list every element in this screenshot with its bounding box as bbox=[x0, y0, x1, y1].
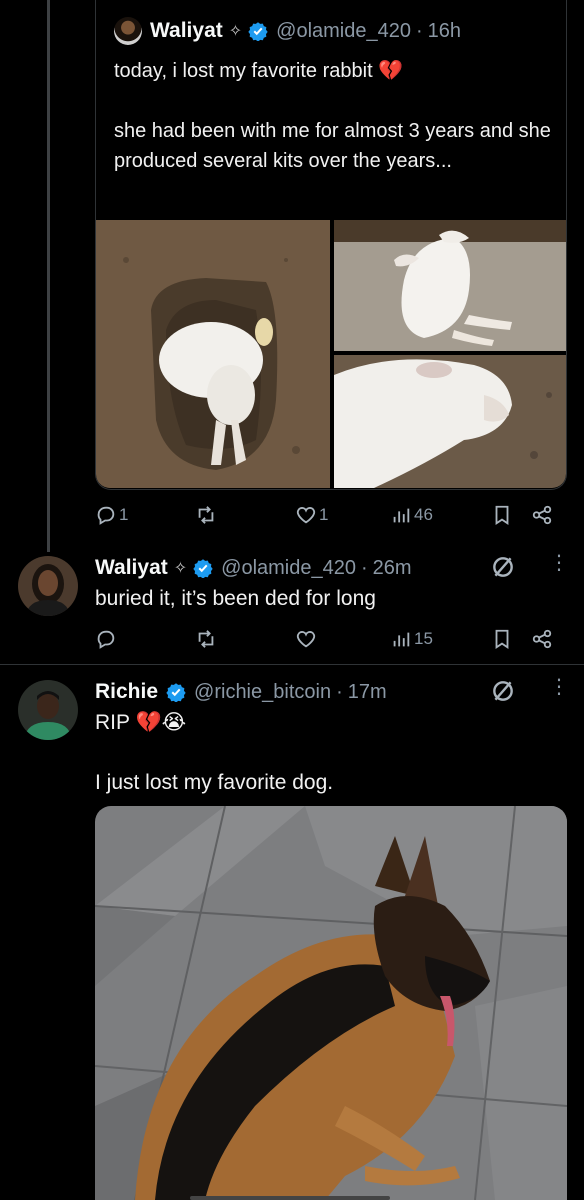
reply-text: buried it, it’s been ded for long bbox=[95, 587, 376, 610]
verified-badge-icon bbox=[166, 683, 186, 702]
reply-icon bbox=[97, 506, 115, 525]
reply-tweet[interactable]: Waliyat ✧ @olamide_420 · 26m ⋮ buried it… bbox=[0, 548, 584, 662]
reply-header: Waliyat ✧ @olamide_420 · 26m bbox=[95, 552, 412, 584]
views-button[interactable]: 46 bbox=[390, 502, 433, 528]
rabbit-head-photo[interactable] bbox=[334, 355, 566, 488]
grok-button[interactable] bbox=[490, 554, 516, 580]
heart-icon bbox=[296, 631, 316, 648]
verified-badge-icon bbox=[193, 559, 213, 578]
separator-dot: · bbox=[416, 19, 423, 42]
home-indicator bbox=[190, 1196, 390, 1200]
rabbit-grave-photo[interactable] bbox=[96, 220, 330, 488]
more-button[interactable]: ⋮ bbox=[549, 553, 569, 573]
avatar[interactable] bbox=[114, 17, 142, 45]
thread-line bbox=[47, 0, 50, 552]
author-name[interactable]: Waliyat bbox=[95, 556, 168, 580]
views-count: 15 bbox=[414, 629, 433, 648]
author-handle[interactable]: @olamide_420 bbox=[276, 20, 411, 43]
reply-button[interactable]: 1 bbox=[95, 502, 128, 528]
like-count: 1 bbox=[319, 505, 329, 524]
author-name[interactable]: Waliyat bbox=[150, 19, 223, 43]
more-button[interactable]: ⋮ bbox=[549, 677, 569, 697]
repost-button[interactable] bbox=[195, 502, 219, 528]
media-grid bbox=[96, 220, 566, 488]
share-icon bbox=[532, 629, 552, 649]
author-handle[interactable]: @richie_bitcoin bbox=[194, 681, 331, 704]
repost-icon bbox=[198, 506, 214, 524]
repost-icon bbox=[198, 630, 214, 648]
author-handle[interactable]: @olamide_420 bbox=[221, 557, 356, 580]
views-icon bbox=[393, 632, 410, 647]
divider bbox=[0, 664, 584, 665]
bookmark-icon bbox=[495, 505, 509, 525]
grok-button[interactable] bbox=[490, 678, 516, 704]
tweet-text-line: I just lost my favorite dog. bbox=[95, 771, 334, 794]
verified-badge-icon bbox=[248, 22, 268, 41]
avatar[interactable] bbox=[18, 556, 78, 616]
views-count: 46 bbox=[414, 505, 433, 524]
quoted-tweet-text: today, i lost my favorite rabbit 💔 she h… bbox=[114, 56, 554, 176]
sparkle-icon: ✧ bbox=[173, 560, 188, 577]
like-button[interactable]: 1 bbox=[295, 502, 328, 528]
tweet-text-line: RIP 💔😭 bbox=[95, 711, 187, 734]
bookmark-button[interactable] bbox=[491, 626, 513, 652]
dog-photo[interactable] bbox=[95, 806, 567, 1200]
quoted-tweet-header: Waliyat ✧ @olamide_420 · 16h bbox=[114, 14, 461, 48]
grok-icon bbox=[493, 681, 513, 701]
separator-dot: · bbox=[361, 556, 368, 579]
timestamp[interactable]: 16h bbox=[428, 20, 461, 43]
reply-icon bbox=[97, 630, 115, 649]
reply-button[interactable] bbox=[95, 626, 119, 652]
reply-actions: 15 bbox=[95, 626, 567, 652]
reply-text: RIP 💔😭 I just lost my favorite dog. bbox=[95, 708, 333, 798]
tweet-text-line: she had been with me for almost 3 years … bbox=[114, 120, 551, 172]
separator-dot: · bbox=[336, 680, 343, 703]
share-button[interactable] bbox=[531, 626, 553, 652]
timestamp[interactable]: 26m bbox=[373, 557, 412, 580]
repost-button[interactable] bbox=[195, 626, 219, 652]
like-button[interactable] bbox=[295, 626, 319, 652]
share-icon bbox=[532, 505, 552, 525]
rabbit-photo[interactable] bbox=[334, 220, 566, 351]
bookmark-icon bbox=[495, 629, 509, 649]
sparkle-icon: ✧ bbox=[228, 23, 243, 40]
share-button[interactable] bbox=[531, 502, 553, 528]
bookmark-button[interactable] bbox=[491, 502, 513, 528]
timestamp[interactable]: 17m bbox=[348, 681, 387, 704]
quoted-tweet-card[interactable]: Waliyat ✧ @olamide_420 · 16h today, i lo… bbox=[95, 0, 567, 490]
views-icon bbox=[393, 508, 410, 523]
avatar[interactable] bbox=[18, 680, 78, 740]
quoted-tweet-actions: 1 1 46 bbox=[95, 502, 567, 528]
tweet-text-line: today, i lost my favorite rabbit 💔 bbox=[114, 60, 404, 82]
heart-icon bbox=[296, 507, 316, 524]
views-button[interactable]: 15 bbox=[390, 626, 433, 652]
author-name[interactable]: Richie bbox=[95, 680, 158, 704]
reply-count: 1 bbox=[119, 505, 129, 524]
reply-header: Richie @richie_bitcoin · 17m bbox=[95, 676, 387, 708]
grok-icon bbox=[493, 557, 513, 577]
